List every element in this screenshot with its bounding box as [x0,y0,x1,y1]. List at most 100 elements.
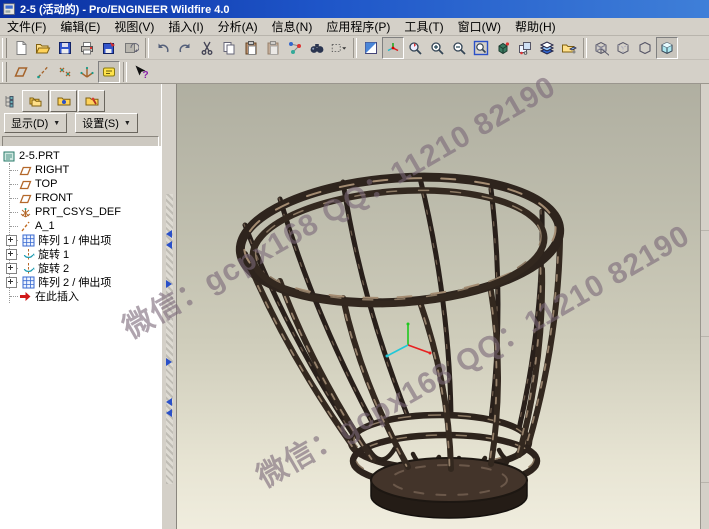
tree-item-top[interactable]: TOP [3,177,161,191]
regenerate-button[interactable] [284,37,306,59]
navigator-sash[interactable] [161,84,177,529]
toolbar-separator [353,38,357,58]
menu-item-tools[interactable]: 工具(T) [397,17,450,36]
titlebar[interactable]: 2-5 (活动的) - Pro/ENGINEER Wildfire 4.0 [0,0,709,18]
no-hidden-display-button[interactable] [634,37,656,59]
model-viewport [177,84,700,529]
sash-expand-icon[interactable] [166,280,172,288]
tree-item-front[interactable]: FRONT [3,191,161,205]
tree-item-csys[interactable]: PRT_CSYS_DEF [3,205,161,219]
question-glyph: ? [143,70,149,80]
tree-item-pattern-2[interactable]: 阵列 2 / 伸出项 [3,275,161,289]
paste-button[interactable] [240,37,262,59]
menu-item-edit[interactable]: 编辑(E) [53,17,107,36]
saved-views-button[interactable] [492,37,514,59]
menu-item-info[interactable]: 信息(N) [265,17,320,36]
tab-model-tree[interactable] [1,90,21,112]
view-manager-button[interactable] [514,37,536,59]
sash-collapse-icon[interactable] [166,241,172,249]
toolbar-separator [123,62,127,82]
csys-icon [19,206,32,219]
backup-button[interactable] [120,37,142,59]
layers-button[interactable] [536,37,558,59]
pattern-icon [22,234,35,247]
layer-settings-button[interactable] [558,37,580,59]
datum-plane-display-button[interactable] [10,61,32,83]
tab-favorites[interactable] [78,90,105,112]
selection-filter-button[interactable] [328,37,350,59]
cut-button[interactable] [196,37,218,59]
navigator-tabs [0,84,161,112]
print-button[interactable] [76,37,98,59]
revolve-icon [22,248,35,261]
tree-item-revolve-1[interactable]: 旋转 1 [3,247,161,261]
tab-common-folders[interactable] [22,90,49,112]
navigator-buttons: 显示(D) ▼ 设置(S) ▼ [0,112,161,134]
zoom-in-button[interactable] [426,37,448,59]
hidden-line-display-button[interactable] [612,37,634,59]
refit-button[interactable] [470,37,492,59]
sash-collapse-icon[interactable] [166,230,172,238]
toolbar-main [0,36,709,60]
datum-axis-display-button[interactable] [32,61,54,83]
tab-folder-browser[interactable] [50,90,77,112]
point-display-button[interactable] [54,61,76,83]
sash-collapse-icon[interactable] [166,409,172,417]
tree-item-axis[interactable]: A_1 [3,219,161,233]
settings-menu-button[interactable]: 设置(S) ▼ [75,113,138,133]
menu-item-file[interactable]: 文件(F) [0,17,53,36]
axis-icon [19,220,32,233]
basket-model[interactable] [236,167,564,518]
tree-item-root[interactable]: 2-5.PRT [3,149,161,163]
paste-special-button[interactable] [262,37,284,59]
spin-center-marker [386,323,432,358]
wireframe-display-button[interactable] [590,37,612,59]
context-help-button[interactable]: ? [130,61,152,83]
copy-button[interactable] [218,37,240,59]
window-title: 2-5 (活动的) - Pro/ENGINEER Wildfire 4.0 [20,1,230,17]
tree-item-right[interactable]: RIGHT [3,163,161,177]
repaint-button[interactable] [360,37,382,59]
menu-item-insert[interactable]: 插入(I) [161,17,210,36]
orient-mode-button[interactable] [404,37,426,59]
shaded-display-button[interactable] [656,37,678,59]
app-icon [3,3,16,16]
sash-expand-icon[interactable] [166,358,172,366]
sash-collapse-icon[interactable] [166,398,172,406]
tree-item-revolve-2[interactable]: 旋转 2 [3,261,161,275]
csys-display-button[interactable] [76,61,98,83]
menu-item-help[interactable]: 帮助(H) [508,17,563,36]
expand-icon[interactable] [6,277,17,288]
spin-center-button[interactable] [382,37,404,59]
zoom-out-button[interactable] [448,37,470,59]
tree-item-insert-here[interactable]: 在此插入 [3,289,161,303]
open-file-button[interactable] [32,37,54,59]
undo-button[interactable] [152,37,174,59]
menu-item-analysis[interactable]: 分析(A) [211,17,265,36]
dropdown-caret-icon: ▼ [53,120,60,127]
insert-here-icon [19,290,32,303]
datum-plane-icon [19,178,32,191]
tree-item-pattern-1[interactable]: 阵列 1 / 伸出项 [3,233,161,247]
save-button[interactable] [54,37,76,59]
main-area: 显示(D) ▼ 设置(S) ▼ 2-5.PRT RIGHT [0,84,709,529]
expand-icon[interactable] [6,263,17,274]
save-a-copy-button[interactable] [98,37,120,59]
annotation-display-button[interactable] [98,61,120,83]
menu-item-view[interactable]: 视图(V) [107,17,161,36]
find-button[interactable] [306,37,328,59]
menu-item-applications[interactable]: 应用程序(P) [319,17,397,36]
toolbar-grip[interactable] [2,62,7,82]
graphics-canvas[interactable] [177,84,700,529]
expand-icon[interactable] [6,249,17,260]
show-menu-button[interactable]: 显示(D) ▼ [4,113,67,133]
toolbar-grip[interactable] [2,38,7,58]
app-window: 2-5 (活动的) - Pro/ENGINEER Wildfire 4.0 文件… [0,0,709,529]
expand-icon[interactable] [6,235,17,246]
toolbar-separator [145,38,149,58]
new-file-button[interactable] [10,37,32,59]
datum-plane-icon [19,192,32,205]
datum-plane-icon [19,164,32,177]
menu-item-window[interactable]: 窗口(W) [451,17,508,36]
redo-button[interactable] [174,37,196,59]
